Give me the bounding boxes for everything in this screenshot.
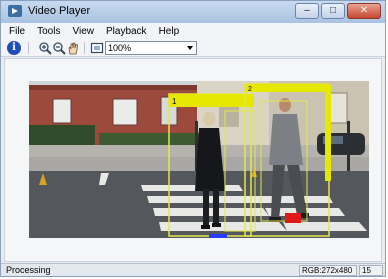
title-bar[interactable]: Video Player – □ ✕	[1, 1, 385, 23]
toolbar: i 100%	[1, 39, 385, 57]
video-viewport[interactable]: 1 2	[4, 58, 382, 262]
window-controls: – □ ✕	[295, 3, 381, 19]
zoom-level-select[interactable]: 100%	[105, 41, 197, 55]
detection-side-tag	[325, 85, 331, 181]
status-text: Processing	[6, 265, 51, 275]
zoom-level-value: 100%	[108, 43, 132, 53]
video-scene: 1 2	[29, 81, 369, 238]
close-button[interactable]: ✕	[347, 3, 381, 19]
minimize-button[interactable]: –	[295, 3, 319, 19]
detection-tag	[245, 84, 329, 92]
video-frame: 1 2	[29, 81, 369, 238]
toolbar-separator	[28, 42, 29, 54]
menu-bar: File Tools View Playback Help	[1, 23, 385, 39]
detection-label: 2	[248, 86, 252, 93]
menu-help[interactable]: Help	[159, 26, 180, 37]
pan-icon[interactable]	[66, 41, 80, 55]
window-title: Video Player	[28, 5, 91, 17]
toolbar-separator	[84, 42, 85, 54]
detection-tag	[169, 94, 254, 107]
info-icon[interactable]: i	[7, 41, 21, 55]
video-player-window: Video Player – □ ✕ File Tools View Playb…	[0, 0, 386, 277]
status-frame-number: 15	[359, 265, 383, 276]
chevron-down-icon	[187, 46, 193, 50]
menu-playback[interactable]: Playback	[106, 26, 147, 37]
zoom-in-icon[interactable]	[38, 41, 52, 55]
blue-marker	[209, 234, 227, 238]
red-marker	[285, 213, 301, 223]
maximize-button[interactable]: □	[321, 3, 345, 19]
fit-to-window-icon[interactable]	[90, 41, 104, 55]
status-bar: Processing RGB:272x480 15	[1, 263, 385, 276]
app-icon	[8, 5, 22, 17]
menu-tools[interactable]: Tools	[37, 26, 60, 37]
detection-label: 1	[172, 97, 177, 106]
menu-file[interactable]: File	[9, 26, 25, 37]
status-resolution: RGB:272x480	[299, 265, 357, 276]
zoom-out-icon[interactable]	[52, 41, 66, 55]
menu-view[interactable]: View	[72, 26, 94, 37]
